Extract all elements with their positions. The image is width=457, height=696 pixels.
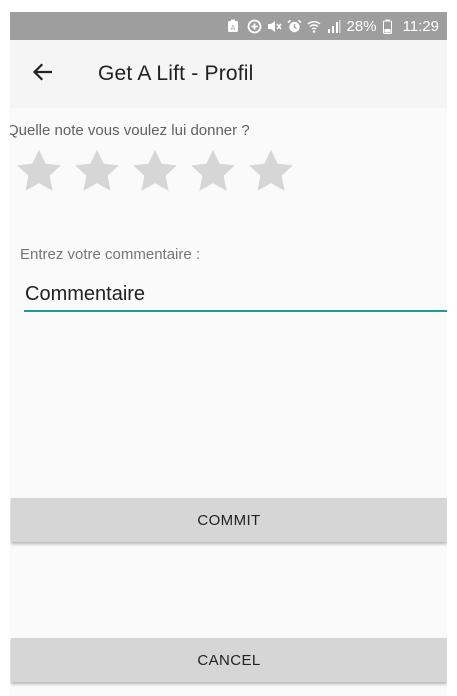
status-time: 11:29 [402, 17, 439, 35]
star-3-icon[interactable] [126, 145, 184, 197]
star-2-icon[interactable] [68, 145, 126, 197]
comment-label: Entrez votre commentaire : [20, 246, 201, 263]
signal-icon [327, 19, 341, 33]
app-screen: A 28% 11:29 Get A Lift - Profil Quelle n… [10, 12, 447, 696]
cancel-button[interactable]: CANCEL [11, 638, 447, 682]
app-bar: Get A Lift - Profil [10, 40, 447, 108]
status-bar: A 28% 11:29 [10, 12, 447, 40]
svg-text:A: A [230, 24, 235, 32]
commit-button[interactable]: COMMIT [11, 498, 447, 542]
rating-label: Quelle note vous voulez lui donner ? [10, 122, 250, 139]
wifi-icon [307, 19, 321, 33]
comment-input[interactable] [24, 278, 447, 312]
star-5-icon[interactable] [242, 145, 300, 197]
battery-percent: 28% [346, 17, 377, 35]
page-title: Get A Lift - Profil [98, 62, 254, 85]
battery-icon [382, 19, 397, 34]
alarm-icon [287, 19, 302, 33]
star-1-icon[interactable] [10, 145, 68, 197]
arrow-left-icon [32, 62, 53, 86]
rating-bar[interactable] [10, 145, 300, 197]
battery-saver-icon: A [227, 19, 241, 33]
mute-icon [267, 19, 282, 33]
back-button[interactable] [10, 40, 74, 108]
star-4-icon[interactable] [184, 145, 242, 197]
data-saver-icon [247, 19, 261, 34]
